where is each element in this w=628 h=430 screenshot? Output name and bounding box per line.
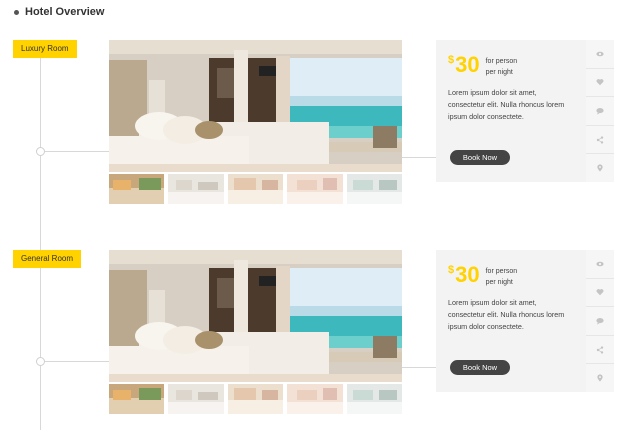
location-button[interactable] xyxy=(586,153,614,182)
price-row: $ 30 for person per night xyxy=(448,264,574,288)
room-general: General Room $ 30 for person per night L… xyxy=(0,250,628,420)
connector-line xyxy=(45,151,109,152)
price-currency: $ xyxy=(448,264,455,276)
thumbnail-strip xyxy=(109,384,403,414)
price-label-line1: for person xyxy=(485,268,518,275)
location-pin-icon xyxy=(597,374,603,382)
share-button[interactable] xyxy=(586,124,614,154)
thumbnail[interactable] xyxy=(109,174,165,204)
room-description: Lorem ipsum dolor sit amet, consectetur … xyxy=(448,298,565,331)
location-button[interactable] xyxy=(586,363,614,392)
room-photo[interactable] xyxy=(109,250,402,382)
price-label: for person per night xyxy=(486,266,518,288)
eye-icon xyxy=(596,261,604,267)
thumbnail[interactable] xyxy=(287,384,343,414)
price-label: for person per night xyxy=(486,56,518,78)
comment-icon xyxy=(596,318,604,325)
price-label-line2: per night xyxy=(485,279,513,286)
section-title: Hotel Overview xyxy=(25,6,105,18)
book-now-button[interactable]: Book Now xyxy=(450,360,510,375)
price-label-line2: per night xyxy=(485,69,513,76)
price-label-line1: for person xyxy=(485,58,518,65)
price-amount: 30 xyxy=(455,262,480,287)
comment-button[interactable] xyxy=(586,306,614,335)
location-pin-icon xyxy=(597,164,603,172)
price-amount: 30 xyxy=(455,52,480,77)
share-icon xyxy=(596,345,604,354)
favorite-button[interactable] xyxy=(586,67,614,97)
share-button[interactable] xyxy=(586,334,614,364)
pricing-card: $ 30 for person per night Lorem ipsum do… xyxy=(436,250,586,392)
price: $ 30 xyxy=(448,54,480,76)
thumbnail-strip xyxy=(109,174,403,204)
room-luxury: Luxury Room $ 30 for person per night Lo… xyxy=(0,40,628,210)
thumbnail[interactable] xyxy=(346,174,403,204)
bullet-icon xyxy=(14,9,19,15)
share-icon xyxy=(596,135,604,144)
thumbnail[interactable] xyxy=(227,174,284,204)
room-photo[interactable] xyxy=(109,40,402,172)
thumbnail[interactable] xyxy=(346,384,403,414)
thumbnail[interactable] xyxy=(109,384,165,414)
price-row: $ 30 for person per night xyxy=(448,54,574,78)
pricing-card: $ 30 for person per night Lorem ipsum do… xyxy=(436,40,586,182)
book-now-button[interactable]: Book Now xyxy=(450,150,510,165)
eye-icon xyxy=(596,51,604,57)
heart-icon xyxy=(596,289,604,296)
thumbnail[interactable] xyxy=(287,174,343,204)
room-tag: Luxury Room xyxy=(13,40,77,58)
connector-line xyxy=(401,157,436,158)
view-button[interactable] xyxy=(586,40,614,68)
timeline-node xyxy=(36,357,45,366)
room-description: Lorem ipsum dolor sit amet, consectetur … xyxy=(448,88,565,121)
heart-icon xyxy=(596,79,604,86)
connector-line xyxy=(45,361,109,362)
section-header: Hotel Overview xyxy=(14,6,104,18)
room-tag: General Room xyxy=(13,250,82,268)
price: $ 30 xyxy=(448,264,480,286)
comment-icon xyxy=(596,108,604,115)
action-bar xyxy=(586,250,614,392)
thumbnail[interactable] xyxy=(168,174,224,204)
favorite-button[interactable] xyxy=(586,277,614,307)
comment-button[interactable] xyxy=(586,96,614,125)
timeline-node xyxy=(36,147,45,156)
view-button[interactable] xyxy=(586,250,614,278)
price-currency: $ xyxy=(448,54,455,66)
action-bar xyxy=(586,40,614,182)
thumbnail[interactable] xyxy=(168,384,224,414)
thumbnail[interactable] xyxy=(227,384,284,414)
connector-line xyxy=(401,367,436,368)
